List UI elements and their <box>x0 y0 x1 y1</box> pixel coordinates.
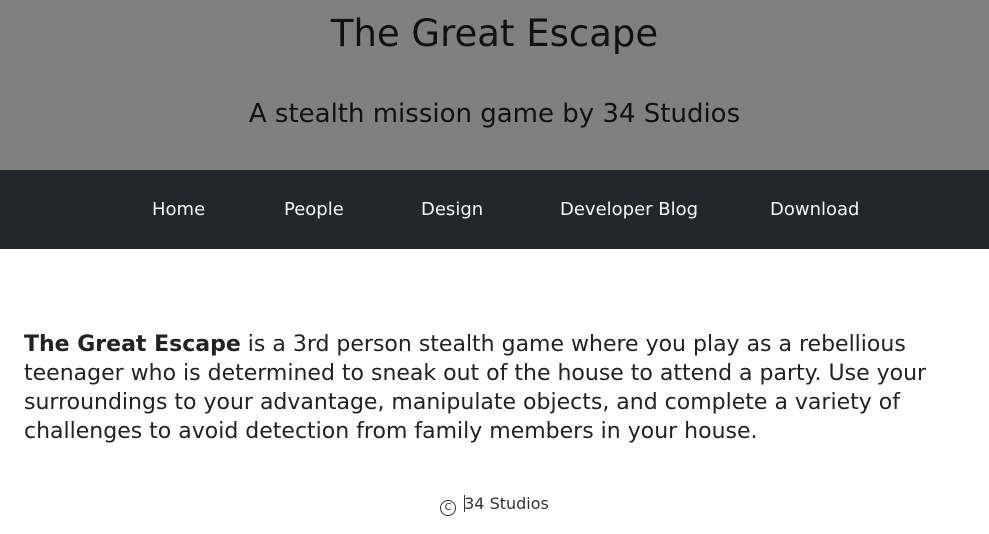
footer-text: 34 Studios <box>464 494 549 513</box>
nav-link-developer-blog[interactable]: Developer Blog <box>560 199 698 221</box>
game-description: The Great Escape is a 3rd person stealth… <box>24 330 974 446</box>
site-header: The Great Escape A stealth mission game … <box>0 0 989 170</box>
nav-link-home[interactable]: Home <box>152 199 205 221</box>
nav-link-design[interactable]: Design <box>421 199 483 221</box>
site-title: The Great Escape <box>330 12 659 55</box>
site-footer: C 34 Studios <box>0 493 989 516</box>
copyright-icon: C <box>440 500 457 516</box>
site-subtitle: A stealth mission game by 34 Studios <box>248 99 741 129</box>
main-navbar: Home People Design Developer Blog Downlo… <box>0 170 989 249</box>
nav-link-download[interactable]: Download <box>770 199 859 221</box>
game-name: The Great Escape <box>24 332 241 357</box>
nav-link-people[interactable]: People <box>284 199 344 221</box>
